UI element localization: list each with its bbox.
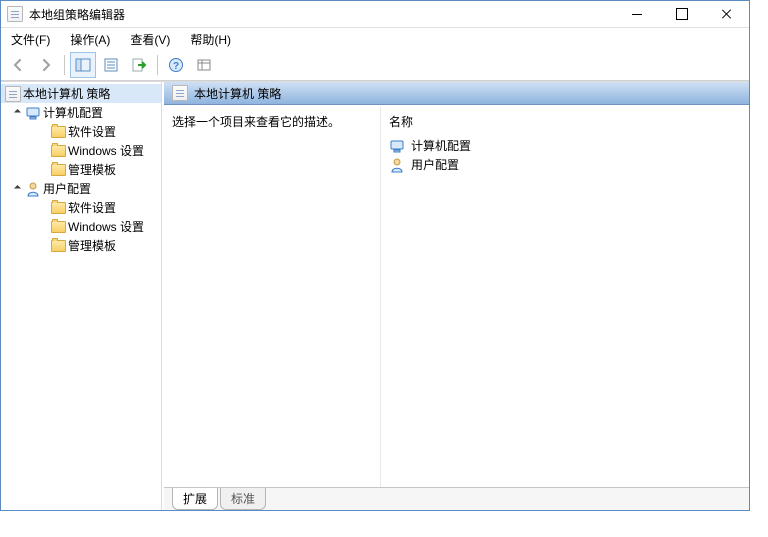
list-item-label: 计算机配置: [411, 137, 471, 154]
menu-help[interactable]: 帮助(H): [186, 29, 235, 50]
properties-icon: [103, 57, 119, 73]
toolbar: ?: [1, 50, 749, 81]
details-header: 本地计算机 策略: [164, 82, 749, 105]
sidebar-tree: 本地计算机 策略 计算机配置 软件设置 W: [1, 82, 162, 510]
tree-label: Windows 设置: [68, 142, 144, 159]
window-controls: [614, 1, 749, 27]
show-tree-button[interactable]: [70, 52, 96, 78]
computer-icon: [389, 138, 405, 154]
tree-label: 软件设置: [68, 123, 116, 140]
list-item-label: 用户配置: [411, 156, 459, 173]
tab-standard[interactable]: 标准: [220, 488, 266, 510]
tree-leaf-windows-settings[interactable]: Windows 设置: [1, 217, 161, 236]
forward-button[interactable]: [33, 52, 59, 78]
details-tabs: 扩展 标准: [164, 487, 749, 510]
folder-icon: [51, 164, 66, 176]
svg-text:?: ?: [173, 61, 179, 72]
export-button[interactable]: [126, 52, 152, 78]
tree-leaf-software-settings[interactable]: 软件设置: [1, 122, 161, 141]
folder-icon: [51, 240, 66, 252]
back-button[interactable]: [5, 52, 31, 78]
arrow-left-icon: [10, 57, 26, 73]
tree-leaf-software-settings[interactable]: 软件设置: [1, 198, 161, 217]
help-button[interactable]: ?: [163, 52, 189, 78]
list-item-computer-config[interactable]: 计算机配置: [389, 136, 741, 155]
folder-icon: [51, 202, 66, 214]
window-title: 本地组策略编辑器: [7, 6, 614, 23]
tree-label: 计算机配置: [43, 104, 103, 121]
menu-action[interactable]: 操作(A): [66, 29, 114, 50]
tree-label: 本地计算机 策略: [23, 85, 110, 102]
menu-view[interactable]: 查看(V): [126, 29, 174, 50]
tree-node-root[interactable]: 本地计算机 策略: [1, 84, 161, 103]
column-header-name[interactable]: 名称: [389, 111, 741, 136]
filter-button[interactable]: [191, 52, 217, 78]
arrow-right-icon: [38, 57, 54, 73]
filter-icon: [196, 57, 212, 73]
computer-icon: [25, 105, 41, 121]
folder-icon: [51, 221, 66, 233]
user-icon: [25, 181, 41, 197]
user-icon: [389, 157, 405, 173]
folder-icon: [51, 126, 66, 138]
tab-extended[interactable]: 扩展: [172, 488, 218, 510]
details-header-title: 本地计算机 策略: [194, 85, 281, 102]
details-pane: 本地计算机 策略 选择一个项目来查看它的描述。 名称 计算机配置: [162, 82, 749, 510]
tree-label: 用户配置: [43, 180, 91, 197]
description-panel: 选择一个项目来查看它的描述。: [164, 107, 381, 487]
policy-doc-icon: [7, 6, 23, 22]
folder-icon: [51, 145, 66, 157]
details-body: 选择一个项目来查看它的描述。 名称 计算机配置: [164, 105, 749, 487]
tree-leaf-admin-templates[interactable]: 管理模板: [1, 236, 161, 255]
tree-node-computer-config[interactable]: 计算机配置: [1, 103, 161, 122]
menubar: 文件(F) 操作(A) 查看(V) 帮助(H): [1, 28, 749, 50]
policy-doc-icon: [5, 86, 21, 102]
window-title-text: 本地组策略编辑器: [29, 6, 125, 23]
tree-label: Windows 设置: [68, 218, 144, 235]
toolbar-separator: [157, 55, 158, 75]
tree-label: 管理模板: [68, 237, 116, 254]
items-list: 名称 计算机配置 用户配置: [381, 107, 749, 487]
chevron-down-icon[interactable]: [11, 183, 23, 195]
tree-node-user-config[interactable]: 用户配置: [1, 179, 161, 198]
toolbar-separator: [64, 55, 65, 75]
chevron-down-icon[interactable]: [11, 107, 23, 119]
description-prompt: 选择一个项目来查看它的描述。: [172, 115, 340, 129]
help-icon: ?: [168, 57, 184, 73]
titlebar: 本地组策略编辑器: [1, 1, 749, 28]
tree-label: 软件设置: [68, 199, 116, 216]
close-button[interactable]: [704, 1, 749, 27]
tree-pane-icon: [75, 57, 91, 73]
export-icon: [131, 57, 147, 73]
tree-leaf-admin-templates[interactable]: 管理模板: [1, 160, 161, 179]
tree-leaf-windows-settings[interactable]: Windows 设置: [1, 141, 161, 160]
list-item-user-config[interactable]: 用户配置: [389, 155, 741, 174]
policy-doc-icon: [172, 85, 188, 101]
tree-label: 管理模板: [68, 161, 116, 178]
maximize-button[interactable]: [659, 1, 704, 27]
minimize-button[interactable]: [614, 1, 659, 27]
menu-file[interactable]: 文件(F): [7, 29, 54, 50]
properties-button[interactable]: [98, 52, 124, 78]
body: 本地计算机 策略 计算机配置 软件设置 W: [1, 81, 749, 510]
app-window: 本地组策略编辑器 文件(F) 操作(A) 查看(V) 帮助(H): [0, 0, 750, 511]
